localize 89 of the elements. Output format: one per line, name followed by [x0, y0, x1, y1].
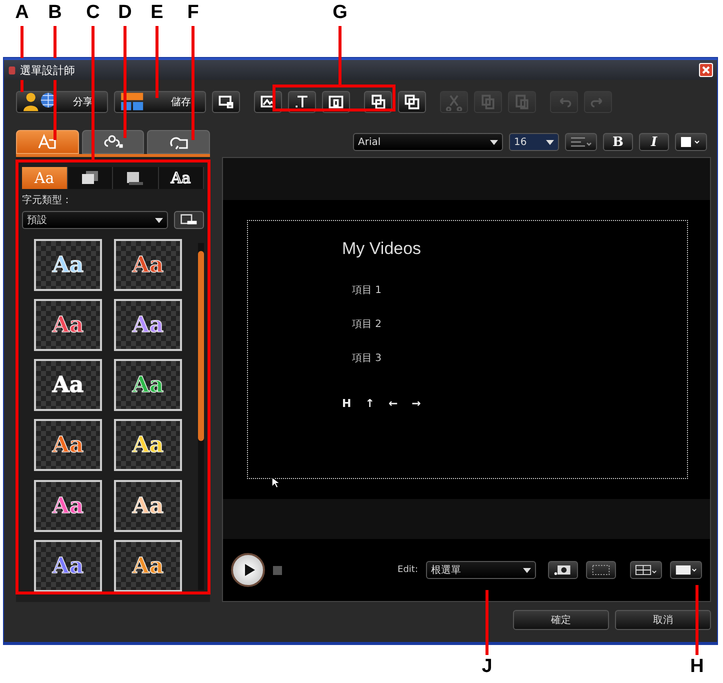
navigation-button[interactable]: H	[342, 397, 352, 410]
text-style-preset[interactable]: Aa	[114, 239, 182, 291]
shadow-icon	[80, 170, 100, 186]
back-icon	[403, 93, 421, 111]
callout-label: H	[689, 656, 705, 678]
text-style-preset[interactable]: Aa	[34, 540, 102, 592]
copy-icon	[479, 93, 497, 111]
layout-grid-button[interactable]	[630, 561, 662, 579]
aspect-ratio-button[interactable]	[670, 561, 702, 579]
bold-button[interactable]: B	[603, 133, 633, 151]
scrollbar[interactable]	[198, 243, 204, 590]
navigation-button[interactable]: ↑	[365, 397, 374, 410]
menu-title[interactable]: My Videos	[342, 239, 687, 259]
navigation-button[interactable]: ←	[388, 397, 398, 410]
panel-icon	[180, 214, 198, 226]
font-type-label: 字元類型：	[22, 194, 73, 207]
text-icon	[36, 132, 58, 152]
thumbnail-icon	[553, 564, 573, 576]
motion-tab[interactable]	[147, 130, 210, 154]
leader-line	[54, 26, 56, 58]
play-button[interactable]	[231, 553, 265, 587]
caret-icon	[490, 140, 498, 144]
back-button[interactable]	[398, 91, 426, 113]
leader-line	[20, 80, 24, 92]
text-style-preset[interactable]: Aa	[114, 359, 182, 412]
text-style-preset[interactable]: Aa	[34, 419, 102, 472]
edit-menu-dropdown[interactable]: 根選單	[426, 561, 536, 579]
dashed-frame-icon	[591, 564, 611, 576]
leader-line	[338, 26, 342, 86]
save-button[interactable]: 儲存	[114, 91, 206, 113]
mouse-cursor-icon	[271, 476, 280, 489]
callout-label: C	[85, 2, 101, 24]
thumbnail-button[interactable]	[548, 561, 578, 579]
align-left-icon	[570, 136, 592, 148]
app-icon	[8, 64, 16, 76]
close-button[interactable]	[699, 63, 713, 77]
font-dropdown[interactable]: Arial	[353, 133, 503, 151]
leader-line	[20, 26, 24, 58]
navigation-button[interactable]: →	[412, 397, 421, 410]
text-color-button[interactable]	[675, 133, 707, 151]
text-tab[interactable]	[16, 130, 79, 154]
italic-button[interactable]: I	[639, 133, 669, 151]
text-style-preset[interactable]: Aa	[114, 480, 182, 532]
callout-label: E	[150, 2, 164, 24]
front-icon	[369, 93, 387, 111]
caret-icon	[546, 140, 554, 144]
grid-icon	[635, 564, 657, 576]
callout-label: G	[332, 2, 348, 24]
border-icon	[125, 170, 146, 186]
object-icon	[327, 93, 345, 111]
paste-icon	[513, 93, 531, 111]
play-icon	[244, 563, 256, 577]
callout-label: J	[480, 656, 494, 678]
safe-area-button[interactable]	[586, 561, 616, 579]
edit-label: Edit:	[398, 565, 418, 575]
callout-label: F	[186, 2, 200, 24]
font-size-dropdown[interactable]: 16	[509, 133, 559, 151]
menu-item[interactable]: 項目 2	[352, 317, 687, 331]
text-style-preset[interactable]: Aa	[114, 540, 182, 592]
leader-line	[696, 585, 698, 655]
text-style-preset[interactable]: Aa	[34, 359, 102, 412]
window-title: 選單設計師	[20, 62, 76, 78]
screen-icon	[675, 564, 697, 576]
caret-icon	[155, 218, 163, 222]
background-button[interactable]	[212, 91, 240, 113]
close-icon	[701, 65, 711, 75]
text-style-preset[interactable]: Aa	[34, 239, 102, 291]
text-style-preset[interactable]: Aa	[114, 419, 182, 472]
dialog-button[interactable]: 確定	[513, 610, 609, 630]
menu-item[interactable]: 項目 1	[352, 283, 687, 297]
leader-line	[54, 80, 56, 140]
leader-line	[486, 590, 488, 655]
stop-button[interactable]	[273, 566, 282, 574]
effects-tab[interactable]	[82, 130, 144, 154]
text-style-preset[interactable]: Aa	[114, 299, 182, 352]
leader-line	[156, 26, 158, 98]
align-button[interactable]	[565, 133, 597, 151]
dialog-button[interactable]: 取消	[615, 610, 711, 630]
font-type-dropdown[interactable]: 預設	[22, 211, 168, 229]
caret-icon	[523, 568, 531, 572]
callout-label: A	[14, 2, 30, 24]
text-style-preset[interactable]: Aa	[34, 299, 102, 352]
menu-item[interactable]: 項目 3	[352, 351, 687, 365]
color-swatch-icon	[680, 136, 702, 148]
preset-options-button[interactable]	[174, 211, 204, 229]
text-style-preset[interactable]: Aa	[34, 480, 102, 532]
cut-icon	[445, 93, 463, 111]
callout-label: D	[117, 2, 133, 24]
callout-label: B	[47, 2, 63, 24]
